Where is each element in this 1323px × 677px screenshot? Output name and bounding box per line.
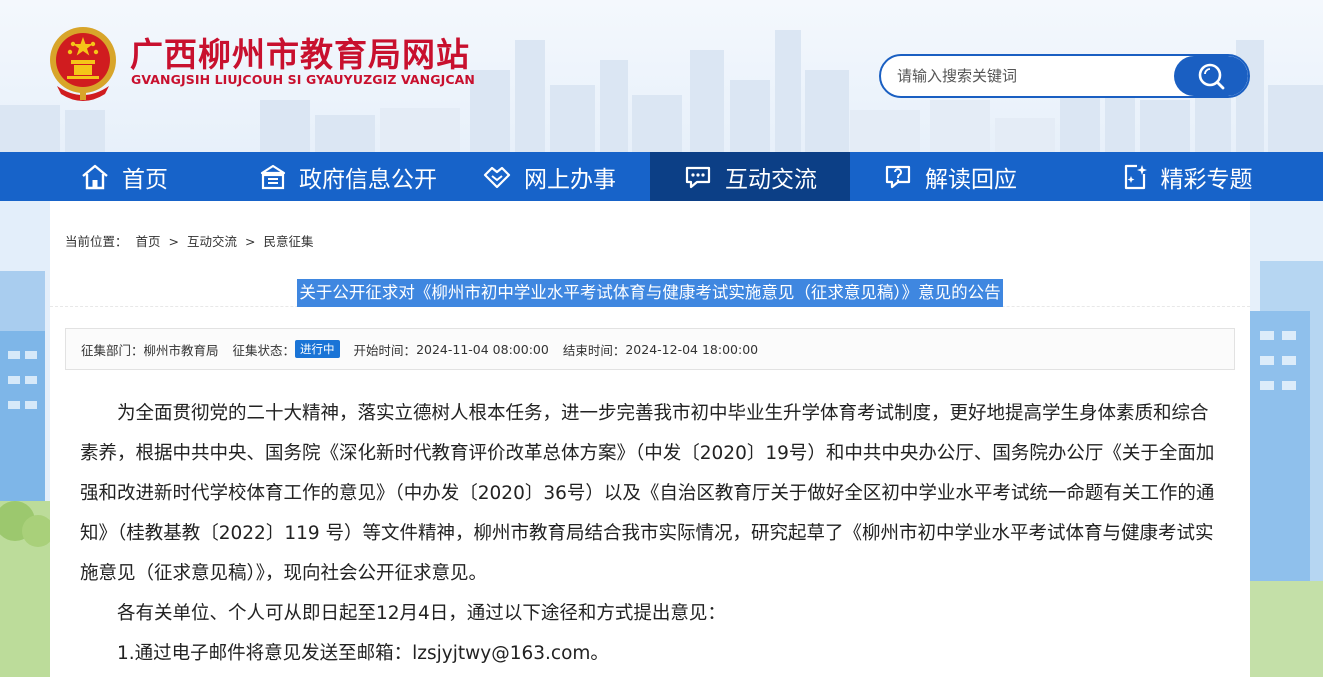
- national-emblem-logo: [50, 27, 116, 101]
- article-panel: 当前位置： 首页 > 互动交流 > 民意征集 关于公开征求对《柳州市初中学业水平…: [50, 201, 1250, 677]
- article-title: 关于公开征求对《柳州市初中学业水平考试体育与健康考试实施意见（征求意见稿）》意见…: [297, 279, 1003, 307]
- breadcrumb-link-interaction[interactable]: 互动交流: [187, 234, 237, 249]
- building-icon: [260, 164, 286, 189]
- side-decoration-right: [1250, 201, 1323, 677]
- chat-icon: [685, 166, 711, 188]
- nav-item-online-services[interactable]: 网上办事: [448, 152, 650, 201]
- nav-item-home[interactable]: 首页: [0, 152, 248, 201]
- breadcrumb-link-opinion-collection[interactable]: 民意征集: [263, 234, 313, 249]
- nav-item-gov-info[interactable]: 政府信息公开: [248, 152, 448, 201]
- site-title: 广西柳州市教育局网站: [130, 35, 470, 74]
- nav-label: 网上办事: [524, 166, 616, 193]
- breadcrumb-link-home[interactable]: 首页: [136, 234, 161, 249]
- end-time-label: 结束时间：: [562, 342, 626, 358]
- nav-label: 精彩专题: [1160, 166, 1253, 193]
- search-input[interactable]: [881, 56, 1171, 96]
- nav-label: 互动交流: [725, 166, 817, 193]
- side-decoration-left: [0, 201, 50, 677]
- end-time-value: 2024-12-04 18:00:00: [625, 341, 759, 357]
- sparkle-doc-icon: [1124, 164, 1147, 189]
- article-paragraph: 各有关单位、个人可从即日起至12月4日，通过以下途径和方式提出意见：: [117, 603, 726, 624]
- breadcrumb-separator: >: [168, 234, 179, 249]
- start-time-label: 开始时间：: [353, 342, 417, 358]
- nav-item-interaction[interactable]: 互动交流: [650, 152, 850, 201]
- dept-label: 征集部门：: [81, 342, 144, 358]
- home-icon: [82, 164, 108, 189]
- status-badge: 进行中: [295, 340, 340, 358]
- search-box: [879, 54, 1250, 98]
- article-title-row: 关于公开征求对《柳州市初中学业水平考试体育与健康考试实施意见（征求意见稿）》意见…: [50, 279, 1250, 307]
- article-paragraph: 1.通过电子邮件将意见发送至邮箱：lzsjyjtwy@163.com。: [117, 643, 609, 664]
- article-paragraph: 为全面贯彻党的二十大精神，落实立德树人根本任务，进一步完善我市初中毕业生升学体育…: [80, 403, 1215, 584]
- breadcrumb: 当前位置： 首页 > 互动交流 > 民意征集: [65, 231, 317, 250]
- nav-item-special-topics[interactable]: 精彩专题: [1050, 152, 1323, 201]
- site-header: 广西柳州市教育局网站 GVANGJSIH LIUJCOUH SI GYAUYUZ…: [0, 0, 1323, 152]
- nav-item-interpretation[interactable]: 解读回应: [850, 152, 1050, 201]
- main-nav: 首页 政府信息公开 网上办事 互动交流 解读回应 精彩专题: [0, 152, 1323, 201]
- article-meta-bar: 征集部门： 柳州市教育局 征集状态： 进行中 开始时间： 2024-11-04 …: [65, 328, 1235, 370]
- breadcrumb-separator: >: [244, 234, 256, 249]
- search-button[interactable]: [1174, 56, 1248, 96]
- search-icon: [1198, 63, 1225, 90]
- status-label: 征集状态：: [232, 342, 296, 358]
- dept-value: 柳州市教育局: [143, 342, 219, 358]
- start-time-value: 2024-11-04 08:00:00: [416, 341, 549, 357]
- site-subtitle: GVANGJSIH LIUJCOUH SI GYAUYUZGIZ VANGJCA…: [131, 72, 475, 87]
- article-content: 为全面贯彻党的二十大精神，落实立德树人根本任务，进一步完善我市初中毕业生升学体育…: [80, 394, 1220, 674]
- question-chat-icon: [885, 165, 911, 188]
- breadcrumb-prefix: 当前位置：: [65, 234, 128, 249]
- handshake-icon: [483, 166, 511, 188]
- nav-label: 政府信息公开: [299, 166, 437, 193]
- nav-label: 首页: [122, 166, 168, 193]
- nav-label: 解读回应: [925, 166, 1017, 193]
